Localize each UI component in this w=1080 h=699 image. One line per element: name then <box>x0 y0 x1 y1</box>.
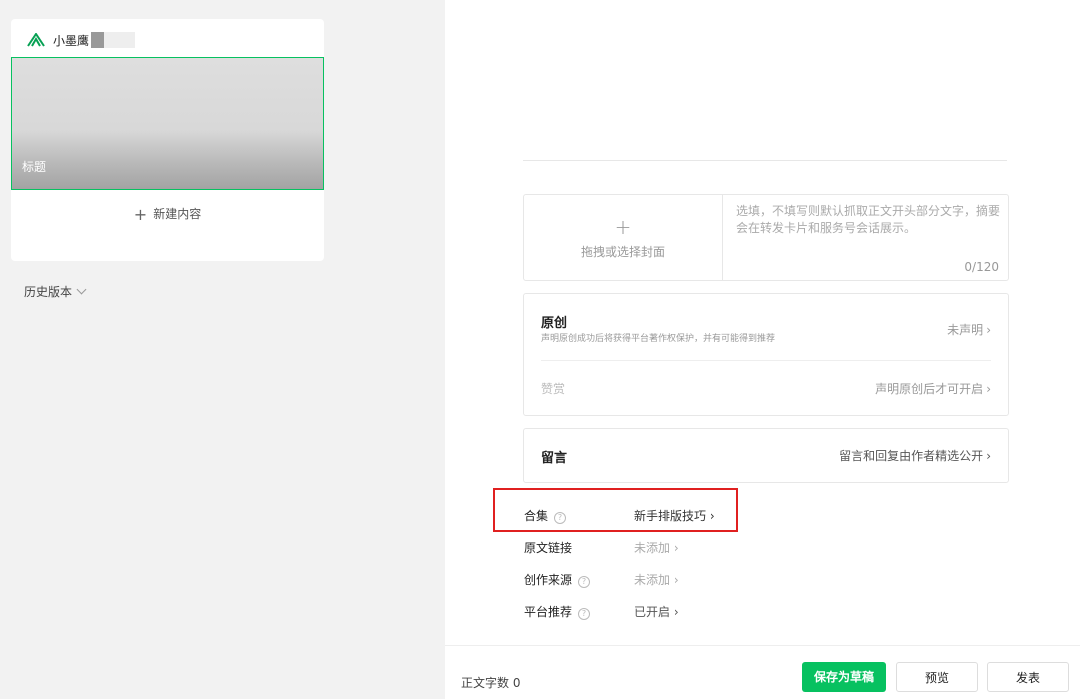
history-versions-toggle[interactable]: 历史版本 <box>24 283 87 300</box>
article-cover[interactable]: 标题 <box>11 57 324 190</box>
comments-setting: 留言和回复由作者精选公开 <box>839 449 984 463</box>
original-subtitle: 声明原创成功后将获得平台著作权保护，并有可能得到推荐 <box>541 334 776 344</box>
word-count: 正文字数 0 <box>461 674 520 691</box>
help-icon[interactable]: ? <box>578 608 591 620</box>
left-panel: 小墨鹰 标题 + 新建内容 历史版本 <box>0 0 445 698</box>
cover-picker[interactable]: + 拖拽或选择封面 <box>524 195 723 280</box>
chevron-right-icon: › <box>986 382 991 396</box>
plus-icon: + <box>133 205 148 224</box>
comments-setting-link[interactable]: 留言和回复由作者精选公开 › <box>839 447 991 464</box>
cover-picker-label: 拖拽或选择封面 <box>580 245 665 259</box>
original-status-link[interactable]: 未声明 › <box>947 321 991 338</box>
option-label: 合集? <box>524 507 567 524</box>
editor-settings-panel: + 拖拽或选择封面 选填，不填写则默认抓取正文开头部分文字，摘要会在转发卡片和服… <box>445 0 1080 645</box>
cover-summary-box: + 拖拽或选择封面 选填，不填写则默认抓取正文开头部分文字，摘要会在转发卡片和服… <box>523 194 1009 281</box>
word-count-value: 0 <box>512 676 521 690</box>
reward-title: 赞赏 <box>541 382 566 396</box>
original-reward-box: 原创 声明原创成功后将获得平台著作权保护，并有可能得到推荐 未声明 › 赞赏 声明… <box>523 293 1009 416</box>
option-label: 创作来源? <box>524 571 591 588</box>
original-title: 原创 <box>541 316 568 331</box>
chevron-down-icon <box>76 284 87 295</box>
history-label: 历史版本 <box>24 285 73 299</box>
word-count-label: 正文字数 <box>461 676 510 690</box>
preview-button[interactable]: 预览 <box>896 662 978 692</box>
collection-link[interactable]: 新手排版技巧 › <box>634 507 715 524</box>
original-status: 未声明 <box>947 323 984 337</box>
redacted-name <box>91 32 136 48</box>
footer-bar: 正文字数 0 保存为草稿 预览 发表 <box>445 645 1080 699</box>
publish-button[interactable]: 发表 <box>987 662 1069 692</box>
chevron-right-icon: › <box>986 449 991 463</box>
source-link-add[interactable]: 未添加 › <box>634 539 679 556</box>
account-name: 小墨鹰 <box>53 33 90 48</box>
help-icon[interactable]: ? <box>578 576 591 588</box>
divider <box>523 160 1007 161</box>
account-header: 小墨鹰 <box>27 31 136 49</box>
chevron-right-icon: › <box>986 323 991 337</box>
save-draft-button[interactable]: 保存为草稿 <box>802 662 886 692</box>
new-content-label: 新建内容 <box>153 207 202 221</box>
cover-title: 标题 <box>22 160 47 174</box>
plus-icon: + <box>614 215 632 239</box>
comments-box: 留言 留言和回复由作者精选公开 › <box>523 428 1009 483</box>
platform-recommend-toggle[interactable]: 已开启 › <box>634 603 679 620</box>
divider <box>541 360 991 361</box>
brand-logo-icon <box>27 33 45 47</box>
new-content-button[interactable]: + 新建内容 <box>11 205 324 224</box>
reward-status: 声明原创后才可开启 <box>875 382 984 396</box>
option-label: 原文链接 <box>524 541 573 555</box>
summary-input[interactable]: 选填，不填写则默认抓取正文开头部分文字，摘要会在转发卡片和服务号会话展示。 <box>736 203 1000 237</box>
reward-status-link[interactable]: 声明原创后才可开启 › <box>875 380 991 397</box>
comments-title: 留言 <box>541 451 568 466</box>
summary-counter: 0/120 <box>964 260 999 274</box>
help-icon[interactable]: ? <box>554 512 567 524</box>
creation-source-add[interactable]: 未添加 › <box>634 571 679 588</box>
option-label: 平台推荐? <box>524 603 591 620</box>
article-card: 小墨鹰 标题 + 新建内容 <box>11 19 324 261</box>
